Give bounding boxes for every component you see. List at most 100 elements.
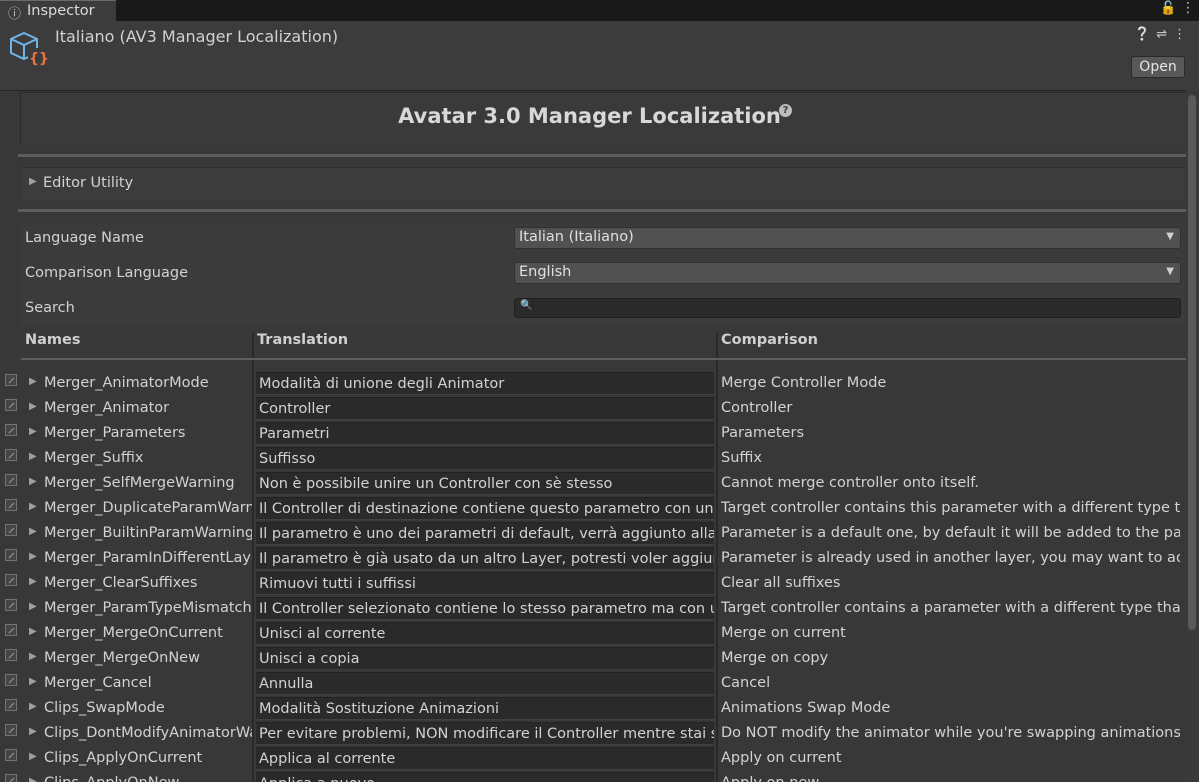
comparison-text: Animations Swap Mode	[721, 700, 891, 716]
translation-field[interactable]: Per evitare problemi, NON modificare il …	[256, 722, 714, 745]
expand-arrow-icon[interactable]: ▶	[29, 651, 37, 662]
comparison-text: Do NOT modify the animator while you're …	[721, 725, 1180, 741]
translation-field[interactable]: Modalità Sostituzione Animazioni	[256, 697, 714, 720]
table-row[interactable]: ▶ Merger_DuplicateParamWarn Il Controller …	[0, 496, 1199, 521]
tab-menu-icon[interactable]: ⋮	[1181, 0, 1195, 16]
row-name: Merger_Parameters	[44, 425, 186, 441]
expand-arrow-icon[interactable]: ▶	[29, 751, 37, 762]
translation-field[interactable]: Applica a nuovo	[256, 772, 714, 782]
expand-arrow-icon[interactable]: ▶	[29, 551, 37, 562]
column-header-comparison[interactable]: Comparison	[721, 332, 818, 358]
edit-icon[interactable]	[5, 574, 17, 586]
expand-arrow-icon[interactable]: ▶	[29, 501, 37, 512]
row-name: Merger_SelfMergeWarning	[44, 475, 235, 491]
expand-arrow-icon[interactable]: ▶	[29, 476, 37, 487]
expand-arrow-icon[interactable]: ▶	[29, 776, 37, 782]
translation-field[interactable]: Modalità di unione degli Animator	[256, 372, 714, 395]
language-name-label: Language Name	[25, 230, 144, 246]
table-row[interactable]: ▶ Merger_SelfMergeWarning Non è possibile …	[0, 471, 1199, 496]
edit-icon[interactable]	[5, 524, 17, 536]
table-row[interactable]: ▶ Clips_ApplyOnCurrent Applica al corrente…	[0, 746, 1199, 771]
edit-icon[interactable]	[5, 749, 17, 761]
expand-arrow-icon[interactable]: ▶	[29, 526, 37, 537]
table-row[interactable]: ▶ Merger_Animator Controller Controller	[0, 396, 1199, 421]
translation-field[interactable]: Unisci a copia	[256, 647, 714, 670]
comparison-language-dropdown[interactable]: English ▼	[514, 262, 1181, 284]
edit-icon[interactable]	[5, 649, 17, 661]
comparison-text: Cancel	[721, 675, 771, 691]
open-button[interactable]: Open	[1131, 56, 1185, 78]
edit-icon[interactable]	[5, 474, 17, 486]
edit-icon[interactable]	[5, 424, 17, 436]
table-row[interactable]: ▶ Merger_MergeOnCurrent Unisci al corrente…	[0, 621, 1199, 646]
row-name: Merger_ParamTypeMismatch	[44, 600, 252, 616]
translation-field[interactable]: Controller	[256, 397, 714, 420]
edit-icon[interactable]	[5, 724, 17, 736]
table-row[interactable]: ▶ Merger_Suffix Suffisso Suffix	[0, 446, 1199, 471]
edit-icon[interactable]	[5, 399, 17, 411]
expand-arrow-icon[interactable]: ▶	[29, 426, 37, 437]
expand-arrow-icon[interactable]: ▶	[29, 451, 37, 462]
preset-icon[interactable]: ⇌	[1156, 27, 1173, 42]
expand-arrow-icon[interactable]: ▶	[29, 376, 37, 387]
table-row[interactable]: ▶ Merger_Cancel Annulla Cancel	[0, 671, 1199, 696]
edit-icon[interactable]	[5, 774, 17, 782]
table-row[interactable]: ▶ Clips_ApplyOnNew Applica a nuovo Apply on…	[0, 771, 1199, 782]
expand-arrow-icon[interactable]: ▶	[29, 601, 37, 612]
expand-arrow-icon[interactable]: ▶	[29, 401, 37, 412]
table-row[interactable]: ▶ Merger_AnimatorMode Modalità di unione d…	[0, 371, 1199, 396]
translation-field[interactable]: Suffisso	[256, 447, 714, 470]
foldout-label[interactable]: Editor Utility	[43, 175, 133, 191]
table-row[interactable]: ▶ Clips_SwapMode Modalità Sostituzione Ani…	[0, 696, 1199, 721]
edit-icon[interactable]	[5, 699, 17, 711]
edit-icon[interactable]	[5, 549, 17, 561]
editor-utility-foldout[interactable]	[21, 167, 1185, 200]
translation-field[interactable]: Il parametro è uno dei parametri di defa…	[256, 522, 714, 545]
row-name: Merger_Animator	[44, 400, 170, 416]
foldout-arrow-icon[interactable]: ▶	[29, 176, 37, 187]
expand-arrow-icon[interactable]: ▶	[29, 726, 37, 737]
table-row[interactable]: ▶ Merger_ParamTypeMismatch Il Controller s…	[0, 596, 1199, 621]
tab-inspector[interactable]: ⓘ Inspector	[0, 0, 116, 22]
scrollbar-thumb[interactable]	[1188, 95, 1196, 630]
translation-field[interactable]: Non è possibile unire un Controller con …	[256, 472, 714, 495]
translation-field[interactable]: Il Controller selezionato contiene lo st…	[256, 597, 714, 620]
search-input[interactable]: 🔍	[514, 298, 1181, 318]
dropdown-value: English	[519, 264, 572, 280]
help-icon[interactable]: ❔	[1134, 27, 1156, 42]
expand-arrow-icon[interactable]: ▶	[29, 676, 37, 687]
translation-field[interactable]: Il Controller di destinazione contiene q…	[256, 497, 714, 520]
translation-field[interactable]: Rimuovi tutti i suffissi	[256, 572, 714, 595]
search-icon: 🔍	[520, 300, 533, 311]
row-name: Clips_SwapMode	[44, 700, 165, 716]
edit-icon[interactable]	[5, 624, 17, 636]
translation-field[interactable]: Unisci al corrente	[256, 622, 714, 645]
expand-arrow-icon[interactable]: ▶	[29, 626, 37, 637]
edit-icon[interactable]	[5, 599, 17, 611]
table-row[interactable]: ▶ Merger_MergeOnNew Unisci a copia Merge on…	[0, 646, 1199, 671]
language-name-dropdown[interactable]: Italian (Italiano) ▼	[514, 227, 1181, 249]
more-icon[interactable]: ⋮	[1173, 27, 1192, 42]
table-row[interactable]: ▶ Merger_Parameters Parametri Parameters	[0, 421, 1199, 446]
table-row[interactable]: ▶ Merger_BuiltinParamWarning Il parametro …	[0, 521, 1199, 546]
row-name: Clips_ApplyOnCurrent	[44, 750, 203, 766]
edit-icon[interactable]	[5, 499, 17, 511]
comparison-text: Apply on new	[721, 771, 1180, 782]
edit-icon[interactable]	[5, 674, 17, 686]
edit-icon[interactable]	[5, 374, 17, 386]
translation-field[interactable]: Applica al corrente	[256, 747, 714, 770]
expand-arrow-icon[interactable]: ▶	[29, 576, 37, 587]
table-row[interactable]: ▶ Merger_ParamInDifferentLaye Il parametro…	[0, 546, 1199, 571]
table-row[interactable]: ▶ Merger_ClearSuffixes Rimuovi tutti i suf…	[0, 571, 1199, 596]
translation-field[interactable]: Annulla	[256, 672, 714, 695]
expand-arrow-icon[interactable]: ▶	[29, 701, 37, 712]
translation-field[interactable]: Parametri	[256, 422, 714, 445]
title-help-icon[interactable]: ?	[779, 104, 792, 117]
edit-icon[interactable]	[5, 449, 17, 461]
table-row[interactable]: ▶ Clips_DontModifyAnimatorWa Per evitare p…	[0, 721, 1199, 746]
translation-field[interactable]: Il parametro è già usato da un altro Lay…	[256, 547, 714, 570]
comparison-text: Target controller contains a parameter w…	[721, 600, 1180, 616]
column-header-names[interactable]: Names	[25, 332, 81, 358]
column-header-translation[interactable]: Translation	[257, 332, 348, 358]
lock-icon[interactable]: 🔓	[1160, 1, 1176, 16]
